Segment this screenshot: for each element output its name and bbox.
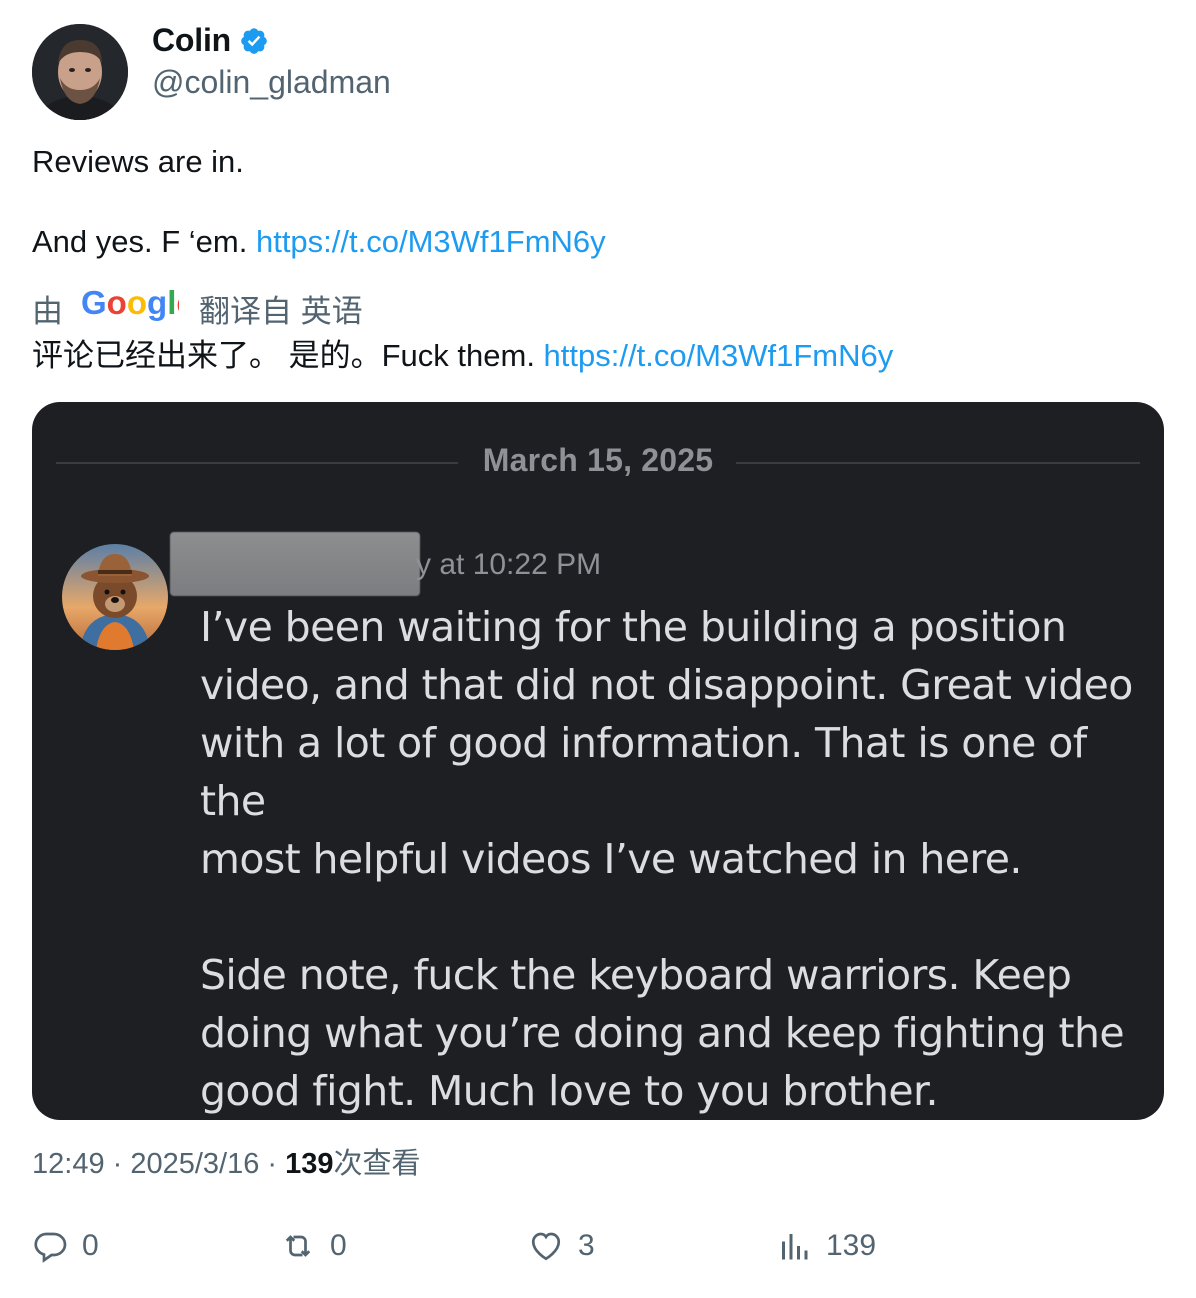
translated-text: 评论已经出来了。 是的。Fuck them. https://t.co/M3Wf…: [32, 336, 893, 376]
tweet-date[interactable]: 2025/3/16: [130, 1148, 259, 1180]
translated-link[interactable]: https://t.co/M3Wf1FmN6y: [544, 338, 894, 373]
like-count: 3: [578, 1229, 595, 1262]
author-name-row: Colin: [152, 22, 269, 59]
like-button[interactable]: 3: [528, 1228, 595, 1264]
tweet-time[interactable]: 12:49: [32, 1148, 105, 1180]
retweet-icon: [285, 1235, 311, 1257]
reply-button[interactable]: 0: [32, 1228, 99, 1264]
translated-body: 评论已经出来了。 是的。Fuck them.: [32, 338, 544, 373]
reply-icon: [34, 1232, 67, 1263]
retweet-button[interactable]: 0: [280, 1228, 347, 1264]
views-button[interactable]: 139: [776, 1228, 876, 1264]
meta-separator: ·: [104, 1148, 131, 1180]
tweet: Colin @colin_gladman Reviews are in. And…: [0, 0, 1196, 1298]
author-display-name[interactable]: Colin: [152, 22, 231, 59]
tweet-text-line-1: Reviews are in.: [32, 144, 244, 179]
translation-prefix: 由: [32, 293, 63, 329]
retweet-count: 0: [330, 1229, 347, 1262]
tweet-text-line-2: And yes. F ‘em. https://t.co/M3Wf1FmN6y: [32, 222, 606, 262]
views-label: 次查看: [333, 1148, 421, 1180]
views-count: 139: [285, 1148, 334, 1180]
action-bar: 0 0 3 139: [32, 1228, 1164, 1276]
author-avatar[interactable]: [32, 24, 128, 120]
translation-attribution: 由 Google 翻译自 英语: [32, 284, 363, 331]
media-image[interactable]: March 15, 2025 y at 10:22 PM I’ve been w…: [32, 402, 1164, 1120]
message-text: I’ve been waiting for the building a pos…: [200, 603, 1133, 1115]
translation-suffix[interactable]: 翻译自 英语: [199, 286, 363, 331]
tweet-link[interactable]: https://t.co/M3Wf1FmN6y: [256, 224, 606, 259]
meta-separator: ·: [259, 1148, 286, 1180]
author-handle[interactable]: @colin_gladman: [152, 64, 391, 101]
verified-badge-icon: [239, 26, 269, 56]
bar-chart-icon: [782, 1234, 808, 1260]
svg-text:Google: Google: [81, 286, 179, 321]
google-logo-icon: Google: [81, 284, 195, 330]
tweet-text: And yes. F ‘em.: [32, 224, 256, 259]
message-timestamp: y at 10:22 PM: [416, 548, 602, 581]
heart-icon: [531, 1232, 561, 1261]
tweet-meta: 12:49 · 2025/3/16 · 139次查看: [32, 1140, 421, 1182]
views-action-count: 139: [826, 1229, 877, 1262]
reply-count: 0: [82, 1229, 99, 1262]
redacted-username: [170, 532, 420, 596]
profile-photo-icon: [32, 24, 128, 120]
date-separator: March 15, 2025: [482, 442, 714, 478]
bear-avatar-icon: [62, 544, 168, 650]
